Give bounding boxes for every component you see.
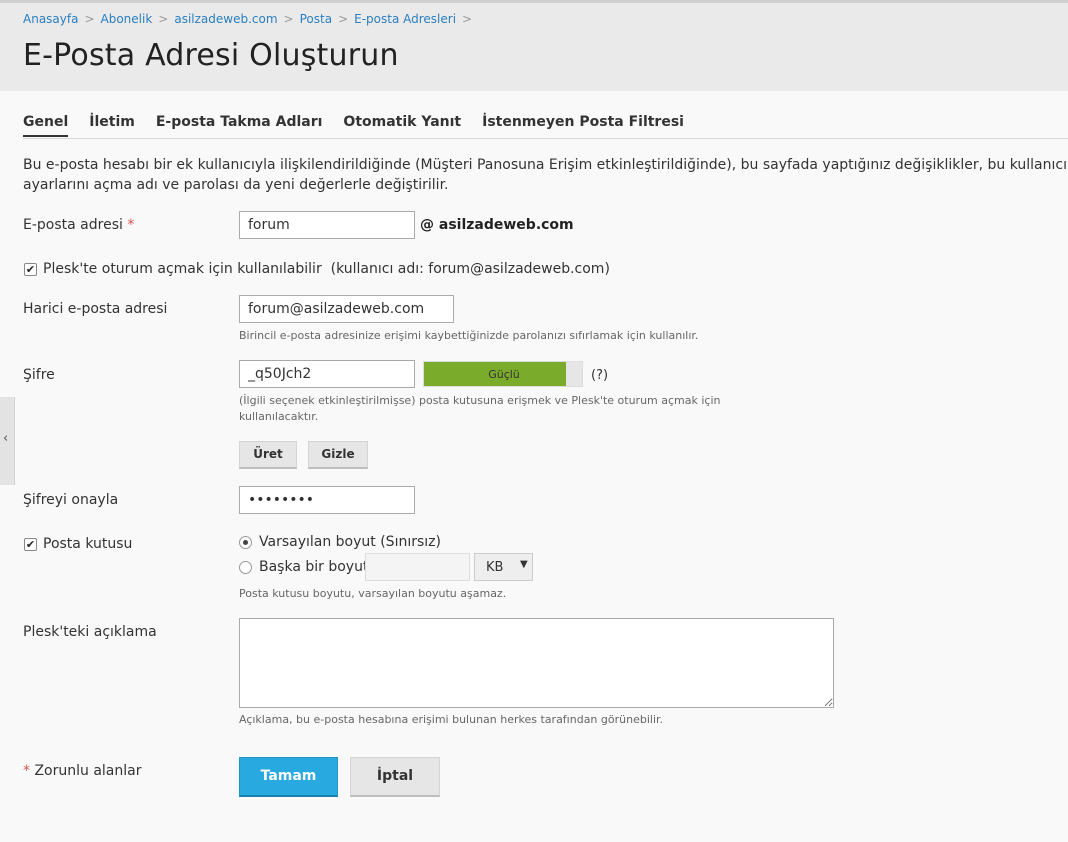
- password-help-link[interactable]: (?): [591, 368, 608, 383]
- breadcrumb: Anasayfa > Abonelik > asilzadeweb.com > Posta >…: [23, 12, 473, 26]
- mailbox-size-default-radio[interactable]: [239, 536, 252, 549]
- description-textarea[interactable]: [239, 618, 834, 708]
- tab-general[interactable]: Genel: [23, 114, 69, 137]
- ok-button[interactable]: Tamam: [239, 757, 338, 797]
- password-strength-meter: Güçlü: [423, 361, 583, 387]
- tab-forwarding[interactable]: İletim: [89, 114, 135, 135]
- email-domain: @ asilzadeweb.com: [420, 217, 574, 233]
- email-input[interactable]: [239, 211, 415, 239]
- checkmark-icon: ✔: [25, 263, 36, 276]
- hide-password-button[interactable]: Gizle: [308, 441, 368, 469]
- chevron-down-icon: ▼: [520, 559, 528, 570]
- mailbox-checkbox[interactable]: ✔: [24, 538, 37, 551]
- password-input[interactable]: [239, 360, 415, 388]
- external-email-label: Harici e-posta adresi: [23, 301, 168, 317]
- plesk-login-checkbox[interactable]: ✔: [24, 263, 37, 276]
- mailbox-label: Posta kutusu: [43, 536, 133, 552]
- tab-auto-reply[interactable]: Otomatik Yanıt: [343, 114, 461, 135]
- page-title: E-Posta Adresi Oluşturun: [23, 38, 399, 73]
- mailbox-size-custom-radio[interactable]: [239, 561, 252, 574]
- breadcrumb-item-home[interactable]: Anasayfa: [23, 12, 78, 26]
- confirm-password-input[interactable]: [239, 486, 415, 514]
- description-label: Plesk'teki açıklama: [23, 624, 157, 640]
- plesk-login-label: Plesk'te oturum açmak için kullanılabili…: [43, 261, 610, 277]
- cancel-button[interactable]: İptal: [350, 757, 440, 797]
- password-strength-label: Güçlü: [488, 368, 520, 381]
- mailbox-hint: Posta kutusu boyutu, varsayılan boyutu a…: [239, 587, 507, 600]
- breadcrumb-item-mail[interactable]: Posta: [300, 12, 332, 26]
- password-hint: (İlgili seçenek etkinleştirilmişse) post…: [239, 394, 721, 423]
- sidebar-toggle[interactable]: ‹: [0, 397, 15, 485]
- email-label: E-posta adresi *: [23, 217, 135, 233]
- intro-text: Bu e-posta hesabı bir ek kullanıcıyla il…: [23, 157, 1068, 193]
- tab-bar: Genel İletim E-posta Takma Adları Otomatik …: [23, 114, 1068, 139]
- breadcrumb-item-domain[interactable]: asilzadeweb.com: [174, 12, 277, 26]
- tab-aliases[interactable]: E-posta Takma Adları: [156, 114, 323, 135]
- generate-password-button[interactable]: Üret: [239, 441, 297, 469]
- description-hint: Açıklama, bu e-posta hesabına erişimi bu…: [239, 713, 664, 726]
- mailbox-size-default-label: Varsayılan boyut (Sınırsız): [259, 534, 441, 550]
- mailbox-size-custom-label: Başka bir boyut: [259, 559, 369, 575]
- external-email-hint: Birincil e-posta adresinize erişimi kayb…: [239, 329, 699, 342]
- tab-spam-filter[interactable]: İstenmeyen Posta Filtresi: [482, 114, 684, 135]
- chevron-left-icon: ‹: [3, 431, 9, 446]
- checkmark-icon: ✔: [25, 538, 36, 551]
- password-label: Şifre: [23, 367, 55, 383]
- mailbox-size-input[interactable]: [365, 553, 470, 581]
- breadcrumb-item-subscription[interactable]: Abonelik: [101, 12, 153, 26]
- page-header: Anasayfa > Abonelik > asilzadeweb.com > Posta >…: [0, 0, 1068, 91]
- mailbox-unit-select[interactable]: KB ▼: [474, 553, 533, 581]
- breadcrumb-item-email-addresses[interactable]: E-posta Adresleri: [354, 12, 456, 26]
- external-email-input[interactable]: [239, 295, 454, 323]
- confirm-password-label: Şifreyi onayla: [23, 492, 119, 508]
- required-fields-note: * Zorunlu alanlar: [23, 763, 142, 779]
- mailbox-unit-value: KB: [486, 560, 504, 575]
